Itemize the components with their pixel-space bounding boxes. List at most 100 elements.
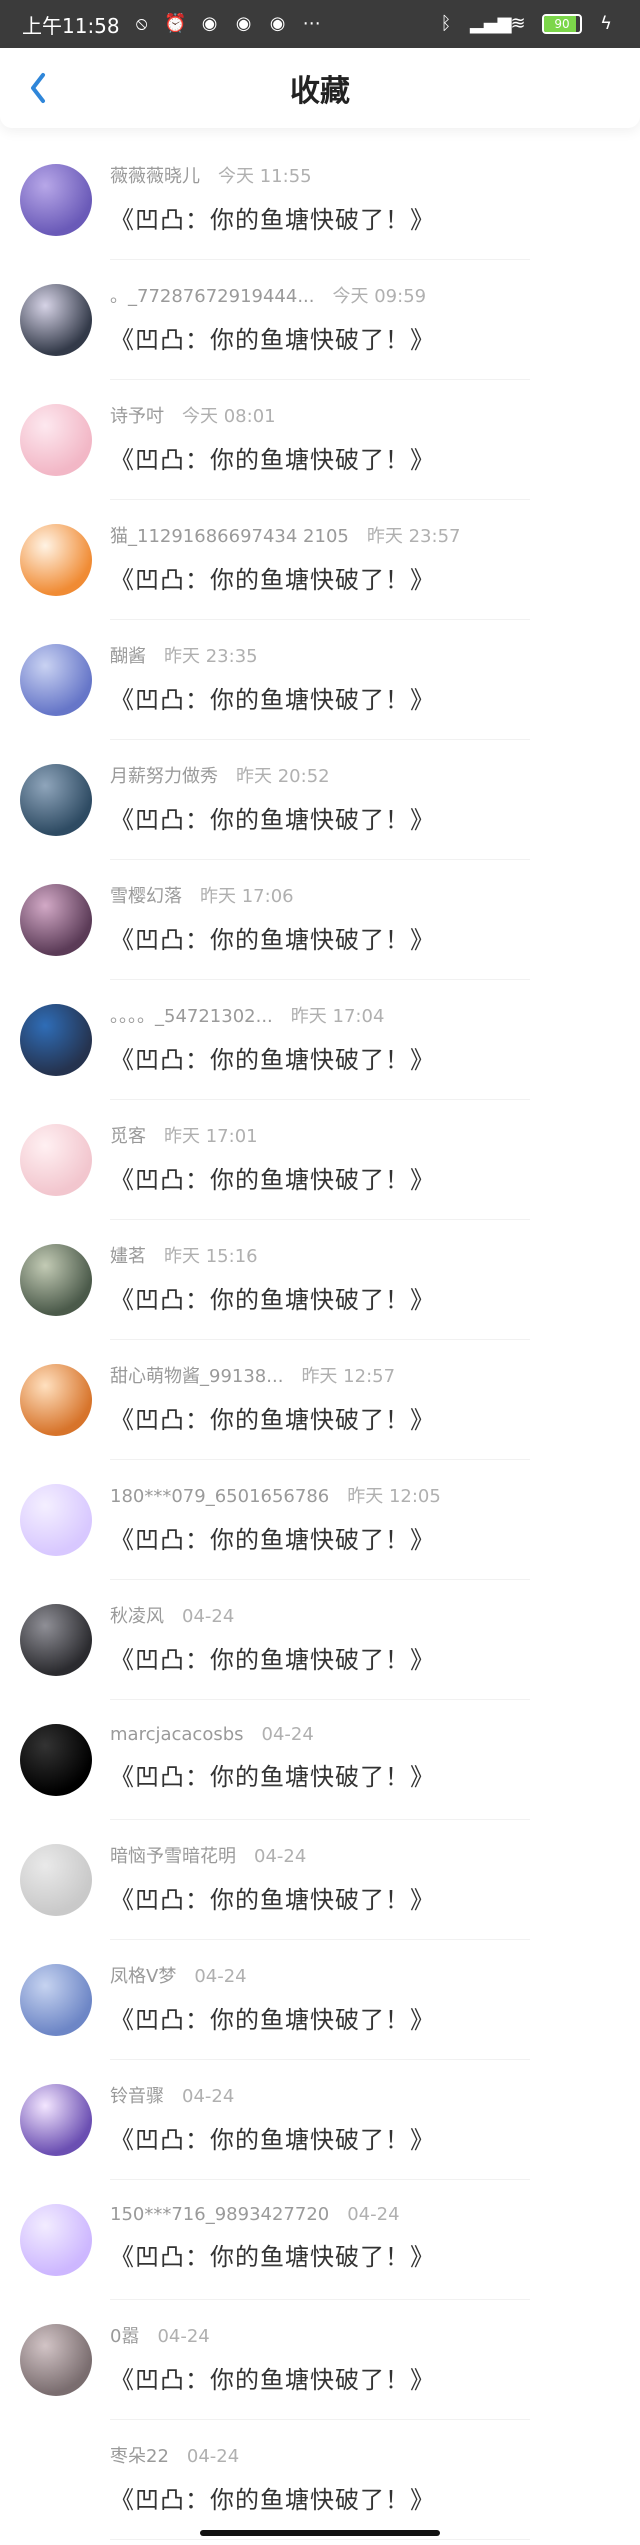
- back-button[interactable]: [18, 64, 58, 112]
- list-item[interactable]: 。_77287672919444... 今天 09:59 《凹凸：你的鱼塘快破了！》: [0, 260, 640, 380]
- favorite-title[interactable]: 《凹凸：你的鱼塘快破了！》: [110, 1160, 640, 1195]
- avatar[interactable]: [20, 764, 92, 836]
- favorite-title[interactable]: 《凹凸：你的鱼塘快破了！》: [110, 680, 640, 715]
- avatar[interactable]: [20, 2084, 92, 2156]
- user-name[interactable]: 甜心萌物酱_99138...: [110, 1362, 283, 1388]
- home-indicator[interactable]: [200, 2530, 440, 2536]
- favorite-title[interactable]: 《凹凸：你的鱼塘快破了！》: [110, 1880, 640, 1915]
- user-name[interactable]: 雪樱幻落: [110, 882, 182, 908]
- user-name[interactable]: 180***079_6501656786: [110, 1486, 329, 1507]
- favorite-title[interactable]: 《凹凸：你的鱼塘快破了！》: [110, 1640, 640, 1675]
- avatar[interactable]: [20, 1004, 92, 1076]
- avatar[interactable]: [20, 2444, 92, 2516]
- favorite-title[interactable]: 《凹凸：你的鱼塘快破了！》: [110, 2360, 640, 2395]
- user-name[interactable]: 猫_11291686697434 2105: [110, 522, 349, 548]
- user-name[interactable]: 暗恼予雪暗花明: [110, 1842, 236, 1868]
- favorite-title[interactable]: 《凹凸：你的鱼塘快破了！》: [110, 320, 640, 355]
- list-item[interactable]: 秋凌风 04-24 《凹凸：你的鱼塘快破了！》: [0, 1580, 640, 1700]
- timestamp: 04-24: [347, 2204, 400, 2225]
- favorite-title[interactable]: 《凹凸：你的鱼塘快破了！》: [110, 2480, 640, 2515]
- favorite-title[interactable]: 《凹凸：你的鱼塘快破了！》: [110, 440, 640, 475]
- list-item[interactable]: 枣朵22 04-24 《凹凸：你的鱼塘快破了！》: [0, 2420, 640, 2540]
- favorite-title[interactable]: 《凹凸：你的鱼塘快破了！》: [110, 2120, 640, 2155]
- item-body: 180***079_6501656786 昨天 12:05 《凹凸：你的鱼塘快破了！…: [110, 1460, 640, 1580]
- favorite-title[interactable]: 《凹凸：你的鱼塘快破了！》: [110, 2237, 640, 2272]
- favorite-title[interactable]: 《凹凸：你的鱼塘快破了！》: [110, 200, 640, 235]
- avatar[interactable]: [20, 1604, 92, 1676]
- item-body: 150***716_9893427720 04-24 《凹凸：你的鱼塘快破了！》: [110, 2180, 640, 2300]
- avatar[interactable]: [20, 1964, 92, 2036]
- list-item[interactable]: 猫_11291686697434 2105 昨天 23:57 《凹凸：你的鱼塘快破了…: [0, 500, 640, 620]
- user-name[interactable]: 秋凌风: [110, 1602, 164, 1628]
- list-item[interactable]: 诗予吋 今天 08:01 《凹凸：你的鱼塘快破了！》: [0, 380, 640, 500]
- user-name[interactable]: 。_77287672919444...: [110, 282, 315, 308]
- avatar[interactable]: [20, 1844, 92, 1916]
- list-item[interactable]: 150***716_9893427720 04-24 《凹凸：你的鱼塘快破了！》: [0, 2180, 640, 2300]
- user-name[interactable]: 觅客: [110, 1122, 146, 1148]
- status-time: 上午11:58: [22, 13, 120, 38]
- avatar-image: [20, 1004, 92, 1076]
- avatar[interactable]: [20, 1724, 92, 1796]
- header: 收藏: [0, 48, 640, 128]
- item-body: 醐酱 昨天 23:35 《凹凸：你的鱼塘快破了！》: [110, 620, 640, 740]
- list-item[interactable]: 月薪努力做秀 昨天 20:52 《凹凸：你的鱼塘快破了！》: [0, 740, 640, 860]
- avatar[interactable]: [20, 1124, 92, 1196]
- item-body: marcjacacosbs 04-24 《凹凸：你的鱼塘快破了！》: [110, 1700, 640, 1820]
- avatar[interactable]: [20, 524, 92, 596]
- user-name[interactable]: 嫿茗: [110, 1242, 146, 1268]
- item-meta: 嫿茗 昨天 15:16: [110, 1242, 640, 1268]
- avatar-image: [20, 1724, 92, 1796]
- list-item[interactable]: 嫿茗 昨天 15:16 《凹凸：你的鱼塘快破了！》: [0, 1220, 640, 1340]
- timestamp: 昨天 15:16: [164, 1245, 258, 1267]
- charging-icon: ϟ: [600, 13, 612, 34]
- favorite-title[interactable]: 《凹凸：你的鱼塘快破了！》: [110, 1400, 640, 1435]
- avatar[interactable]: [20, 2204, 92, 2276]
- user-name[interactable]: 诗予吋: [110, 402, 164, 428]
- timestamp: 昨天 23:57: [366, 525, 461, 547]
- bluetooth-icon: ᛒ: [440, 13, 452, 34]
- favorite-title[interactable]: 《凹凸：你的鱼塘快破了！》: [110, 560, 640, 595]
- user-name[interactable]: 醐酱: [110, 642, 146, 668]
- avatar-image: [20, 404, 92, 476]
- list-item[interactable]: 醐酱 昨天 23:35 《凹凸：你的鱼塘快破了！》: [0, 620, 640, 740]
- favorite-title[interactable]: 《凹凸：你的鱼塘快破了！》: [110, 2000, 640, 2035]
- avatar[interactable]: [20, 1484, 92, 1556]
- favorite-title[interactable]: 《凹凸：你的鱼塘快破了！》: [110, 1280, 640, 1315]
- list-item[interactable]: 0嚣 04-24 《凹凸：你的鱼塘快破了！》: [0, 2300, 640, 2420]
- item-meta: 凤格V梦 04-24: [110, 1962, 640, 1988]
- avatar[interactable]: [20, 644, 92, 716]
- user-name[interactable]: 铃音骤: [110, 2082, 164, 2108]
- user-name[interactable]: 薇薇薇晓儿: [110, 162, 200, 188]
- list-item[interactable]: marcjacacosbs 04-24 《凹凸：你的鱼塘快破了！》: [0, 1700, 640, 1820]
- item-meta: 暗恼予雪暗花明 04-24: [110, 1842, 640, 1868]
- favorite-title[interactable]: 《凹凸：你的鱼塘快破了！》: [110, 1040, 640, 1075]
- avatar[interactable]: [20, 164, 92, 236]
- list-item[interactable]: 雪樱幻落 昨天 17:06 《凹凸：你的鱼塘快破了！》: [0, 860, 640, 980]
- avatar[interactable]: [20, 1244, 92, 1316]
- list-item[interactable]: 180***079_6501656786 昨天 12:05 《凹凸：你的鱼塘快破了！…: [0, 1460, 640, 1580]
- avatar[interactable]: [20, 284, 92, 356]
- chevron-left-icon: [31, 73, 45, 103]
- list-item[interactable]: 觅客 昨天 17:01 《凹凸：你的鱼塘快破了！》: [0, 1100, 640, 1220]
- user-name[interactable]: 150***716_9893427720: [110, 2204, 329, 2225]
- avatar[interactable]: [20, 1364, 92, 1436]
- user-name[interactable]: 月薪努力做秀: [110, 762, 218, 788]
- user-name[interactable]: 凤格V梦: [110, 1962, 176, 1988]
- favorite-title[interactable]: 《凹凸：你的鱼塘快破了！》: [110, 1757, 640, 1792]
- avatar[interactable]: [20, 884, 92, 956]
- favorite-title[interactable]: 《凹凸：你的鱼塘快破了！》: [110, 920, 640, 955]
- user-name[interactable]: 0嚣: [110, 2322, 139, 2348]
- avatar[interactable]: [20, 404, 92, 476]
- list-item[interactable]: 铃音骤 04-24 《凹凸：你的鱼塘快破了！》: [0, 2060, 640, 2180]
- list-item[interactable]: 甜心萌物酱_99138... 昨天 12:57 《凹凸：你的鱼塘快破了！》: [0, 1340, 640, 1460]
- user-name[interactable]: marcjacacosbs: [110, 1724, 244, 1745]
- favorite-title[interactable]: 《凹凸：你的鱼塘快破了！》: [110, 800, 640, 835]
- list-item[interactable]: 。。。。_54721302... 昨天 17:04 《凹凸：你的鱼塘快破了！》: [0, 980, 640, 1100]
- list-item[interactable]: 凤格V梦 04-24 《凹凸：你的鱼塘快破了！》: [0, 1940, 640, 2060]
- user-name[interactable]: 。。。。_54721302...: [110, 1002, 273, 1028]
- avatar[interactable]: [20, 2324, 92, 2396]
- user-name[interactable]: 枣朵22: [110, 2442, 169, 2468]
- list-item[interactable]: 薇薇薇晓儿 今天 11:55 《凹凸：你的鱼塘快破了！》: [0, 140, 640, 260]
- favorite-title[interactable]: 《凹凸：你的鱼塘快破了！》: [110, 1520, 640, 1555]
- list-item[interactable]: 暗恼予雪暗花明 04-24 《凹凸：你的鱼塘快破了！》: [0, 1820, 640, 1940]
